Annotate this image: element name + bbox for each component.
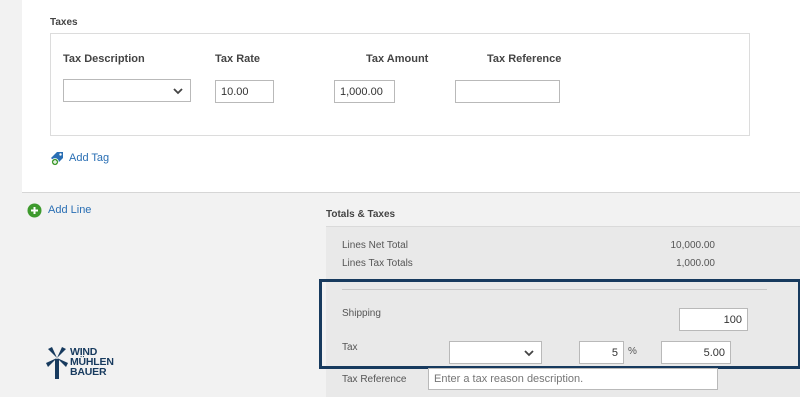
tax-reference-description-input[interactable] [428, 368, 718, 390]
add-tag-label: Add Tag [69, 152, 110, 164]
tax-label: Tax [342, 342, 358, 353]
tax-reference-header: Tax Reference [487, 53, 562, 65]
add-line-button[interactable]: Add Line [27, 202, 91, 218]
logo-line-3: BAUER [70, 366, 107, 378]
tax-percent-input[interactable] [579, 341, 624, 364]
lines-tax-totals-label: Lines Tax Totals [342, 258, 413, 269]
tax-amount-input[interactable] [334, 80, 395, 103]
windmuehlenbauer-logo: WIND MÜHLEN BAUER [46, 347, 114, 380]
lines-net-total-value: 10,000.00 [670, 240, 716, 251]
percent-symbol: % [628, 346, 637, 357]
tax-reference-input[interactable] [455, 80, 560, 103]
plus-circle-icon [27, 203, 42, 217]
tax-rate-input[interactable] [215, 80, 274, 103]
lines-tax-totals-value: 1,000.00 [676, 258, 715, 269]
taxes-section-title: Taxes [50, 17, 78, 28]
add-tag-button[interactable]: Add Tag [50, 150, 109, 166]
chevron-down-icon [524, 350, 534, 357]
add-line-label: Add Line [48, 204, 92, 216]
shipping-label: Shipping [342, 308, 381, 319]
totals-title: Totals & Taxes [326, 209, 396, 220]
tax-amount-header: Tax Amount [366, 53, 429, 65]
tax-description-select[interactable] [63, 79, 191, 102]
shipping-input[interactable] [679, 308, 748, 331]
tax-select[interactable] [449, 341, 542, 364]
tax-amount-total-input[interactable] [661, 341, 731, 364]
tax-description-header: Tax Description [63, 53, 145, 65]
tax-reference-label: Tax Reference [342, 374, 407, 385]
tag-icon [51, 152, 63, 166]
tax-rate-header: Tax Rate [215, 53, 261, 65]
lines-net-total-label: Lines Net Total [342, 240, 408, 251]
windmill-logo-icon [46, 347, 68, 379]
totals-divider [342, 289, 767, 290]
chevron-down-icon [173, 88, 183, 95]
